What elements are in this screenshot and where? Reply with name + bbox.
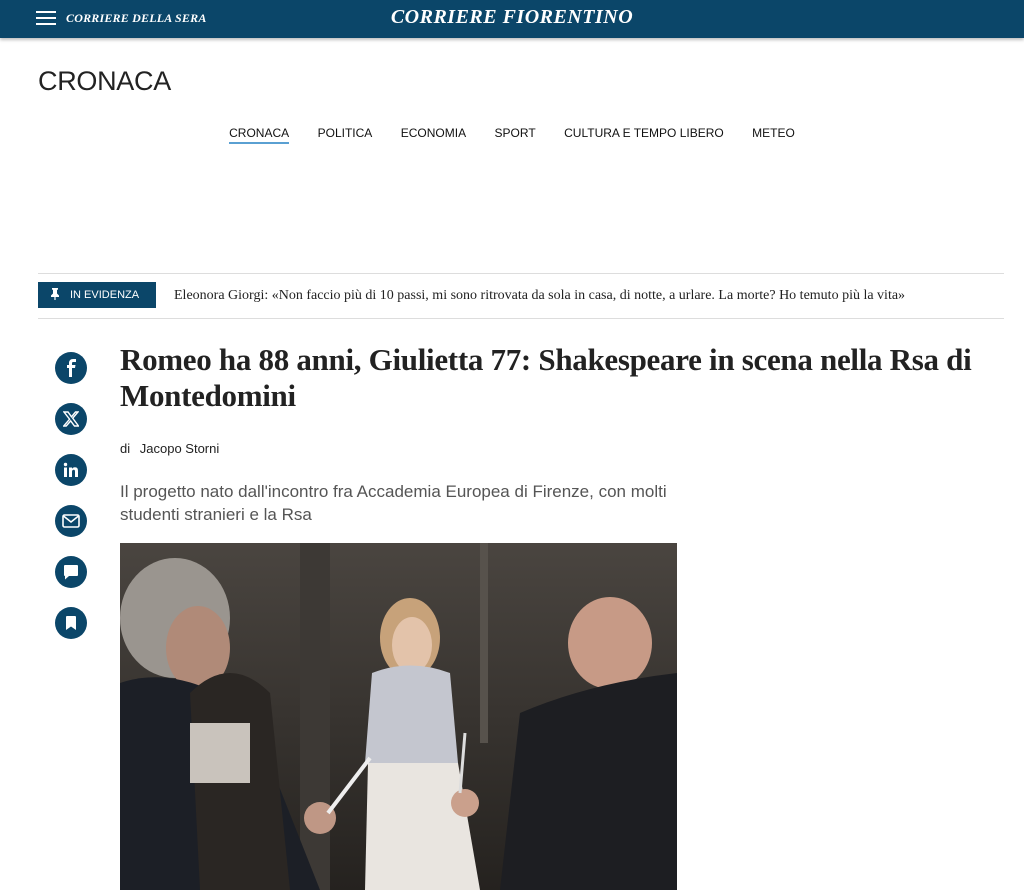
email-icon[interactable] <box>55 505 87 537</box>
top-bar: Corriere della Sera Corriere Fiorentino <box>0 0 1024 38</box>
section-nav: CRONACA POLITICA ECONOMIA SPORT CULTURA … <box>0 124 1024 144</box>
in-evidenza-link[interactable]: Eleonora Giorgi: «Non faccio più di 10 p… <box>174 288 905 304</box>
in-evidenza-badge: IN EVIDENZA <box>38 282 156 308</box>
nav-item-politica[interactable]: POLITICA <box>318 126 373 142</box>
article-subtitle: Il progetto nato dall'incontro fra Accad… <box>120 482 667 524</box>
brand-logo[interactable]: Corriere Fiorentino <box>0 6 1024 29</box>
pin-icon <box>50 287 60 303</box>
nav-item-sport[interactable]: SPORT <box>495 126 536 142</box>
x-icon[interactable] <box>55 403 87 435</box>
comment-icon[interactable] <box>55 556 87 588</box>
linkedin-icon[interactable] <box>55 454 87 486</box>
article-photo-illustration <box>120 543 677 890</box>
byline: di Jacopo Storni <box>120 441 219 456</box>
in-evidenza-label: IN EVIDENZA <box>70 289 140 301</box>
article-headline: Romeo ha 88 anni, Giulietta 77: Shakespe… <box>120 342 972 413</box>
nav-item-meteo[interactable]: METEO <box>752 126 795 142</box>
bookmark-icon[interactable] <box>55 607 87 639</box>
section-title[interactable]: CRONACA <box>38 66 171 97</box>
author-link[interactable]: Jacopo Storni <box>140 441 220 456</box>
nav-item-economia[interactable]: ECONOMIA <box>401 126 466 142</box>
byline-prefix: di <box>120 441 131 456</box>
in-evidenza-bar: IN EVIDENZA Eleonora Giorgi: «Non faccio… <box>38 273 1004 319</box>
facebook-icon[interactable] <box>55 352 87 384</box>
share-bar <box>55 352 87 658</box>
article-photo[interactable] <box>120 543 677 890</box>
nav-item-cultura[interactable]: CULTURA E TEMPO LIBERO <box>564 126 724 142</box>
nav-item-cronaca[interactable]: CRONACA <box>229 126 290 144</box>
